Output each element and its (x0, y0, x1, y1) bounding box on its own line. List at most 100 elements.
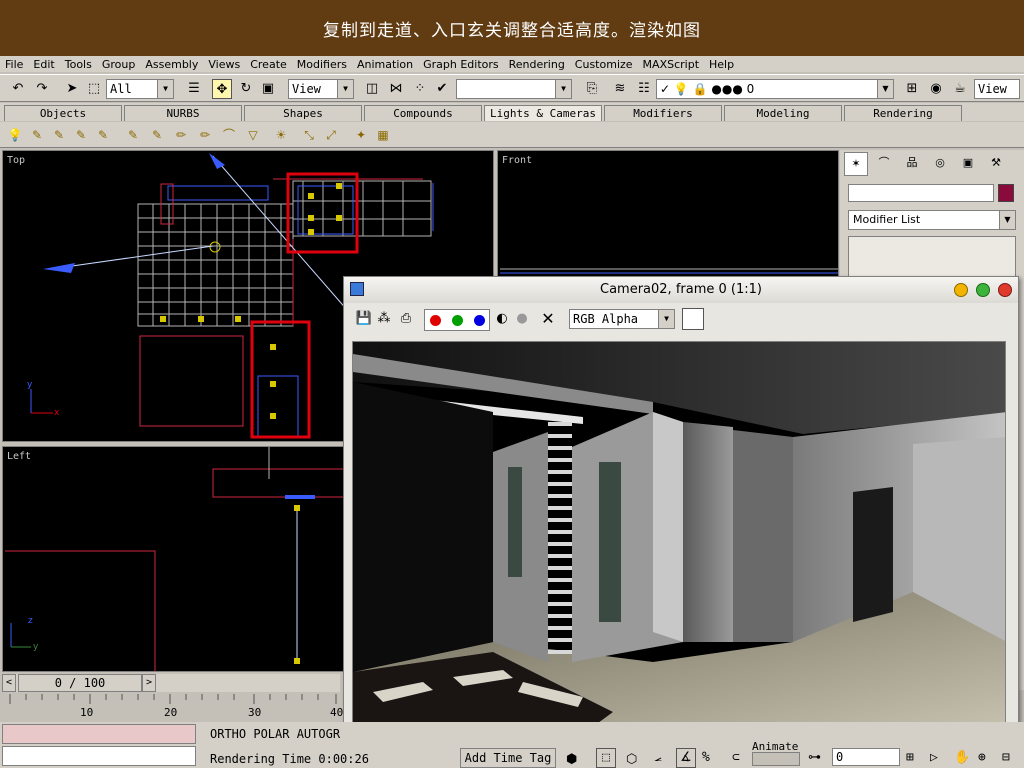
material-editor-icon[interactable]: ◉ (926, 79, 946, 99)
snap-toggle-icon[interactable]: ⬡ (626, 752, 637, 767)
area-light-icon[interactable]: ✏ (196, 126, 214, 144)
protractor-icon[interactable]: ⤢ (322, 126, 340, 144)
pan-hand-icon[interactable]: ✋ (954, 750, 970, 765)
free-spot-icon[interactable]: ✎ (50, 126, 68, 144)
blue-channel-toggle[interactable] (474, 315, 485, 326)
crossing-selection-icon[interactable]: ⬚ (596, 748, 616, 768)
menu-graph-editors[interactable]: Graph Editors (418, 58, 504, 71)
spot-cone-icon[interactable]: ⌒ (220, 126, 238, 144)
maxscript-output-field[interactable] (2, 746, 196, 766)
free-direct-icon[interactable]: ✎ (94, 126, 112, 144)
array-icon[interactable]: ⁘ (410, 79, 430, 99)
play-icon[interactable]: ▷ (930, 750, 938, 765)
select-by-name-icon[interactable]: ☰ (184, 79, 204, 99)
tab-rendering[interactable]: Rendering (844, 105, 962, 121)
menu-edit[interactable]: Edit (28, 58, 59, 71)
next-frame-icon[interactable]: > (142, 674, 156, 692)
object-name-field[interactable] (848, 184, 994, 202)
schematic-icon[interactable]: ⊞ (902, 79, 922, 99)
layer-dropdown[interactable]: ✓ 💡 🔒 ●●● 0 ▼ (656, 79, 894, 99)
green-channel-toggle[interactable] (452, 315, 463, 326)
menu-create[interactable]: Create (245, 58, 292, 71)
menu-help[interactable]: Help (704, 58, 739, 71)
menu-tools[interactable]: Tools (60, 58, 97, 71)
free-camera-icon[interactable]: ✎ (148, 126, 166, 144)
reference-coord-dropdown[interactable]: View ▼ (288, 79, 354, 99)
select-arrow-icon[interactable]: ➤ (62, 79, 82, 99)
tab-modeling[interactable]: Modeling (724, 105, 842, 121)
omni-light-icon[interactable]: 💡 (6, 126, 24, 144)
magnet-icon[interactable]: ⊂ (732, 750, 740, 765)
add-time-tag-button[interactable]: Add Time Tag (460, 748, 556, 768)
hierarchy-panel-icon[interactable]: 品 (900, 152, 924, 176)
angle-snap-icon[interactable]: ⦟ (654, 750, 662, 765)
exposure-icon[interactable]: ▦ (374, 126, 392, 144)
object-color-swatch[interactable] (998, 184, 1014, 202)
spinner-snap-icon[interactable]: % (702, 750, 710, 765)
maxscript-listener-field[interactable] (2, 724, 196, 744)
clone-window-icon[interactable]: ⁂ (374, 309, 394, 329)
align-icon[interactable]: ✔ (432, 79, 452, 99)
maximize-viewport-icon[interactable]: ⊟ (1002, 750, 1010, 765)
selection-lock-icon[interactable]: ⬢ (566, 752, 577, 767)
target-camera-icon[interactable]: ✎ (124, 126, 142, 144)
tab-nurbs[interactable]: NURBS (124, 105, 242, 121)
move-icon[interactable]: ✥ (212, 79, 232, 99)
red-channel-toggle[interactable] (430, 315, 441, 326)
channel-dropdown[interactable]: RGB Alpha ▼ (569, 309, 675, 329)
target-spot-icon[interactable]: ✎ (28, 126, 46, 144)
menu-modifiers[interactable]: Modifiers (292, 58, 352, 71)
scale-icon[interactable]: ▣ (258, 79, 278, 99)
tab-objects[interactable]: Objects (4, 105, 122, 121)
free-light-icon[interactable]: ▽ (244, 126, 262, 144)
time-slider[interactable]: < 0 / 100 > (2, 674, 340, 692)
pixel-color-swatch[interactable] (682, 308, 704, 330)
clear-icon[interactable]: ✕ (538, 309, 558, 329)
skylight-icon[interactable]: ✏ (172, 126, 190, 144)
print-icon[interactable]: ⎙ (396, 309, 416, 329)
light-lister-icon[interactable]: ✦ (352, 126, 370, 144)
modifier-list-dropdown[interactable]: Modifier List ▼ (848, 210, 1016, 230)
tab-modifiers[interactable]: Modifiers (604, 105, 722, 121)
prev-frame-icon[interactable]: < (2, 674, 16, 692)
render-window-titlebar[interactable]: Camera02, frame 0 (1:1) (344, 277, 1018, 303)
menu-customize[interactable]: Customize (570, 58, 638, 71)
modify-panel-icon[interactable]: ⌒ (872, 152, 896, 176)
motion-panel-icon[interactable]: ◎ (928, 152, 952, 176)
render-scene-icon[interactable]: ☕ (950, 79, 970, 99)
menu-animation[interactable]: Animation (352, 58, 418, 71)
named-selection-dropdown[interactable]: ▼ (456, 79, 572, 99)
time-slider-thumb[interactable]: 0 / 100 (18, 674, 142, 692)
undo-icon[interactable]: ↶ (8, 79, 28, 99)
named-sets-icon[interactable]: ⎘ (582, 79, 602, 99)
menu-views[interactable]: Views (203, 58, 245, 71)
tab-shapes[interactable]: Shapes (244, 105, 362, 121)
display-panel-icon[interactable]: ▣ (956, 152, 980, 176)
create-panel-icon[interactable]: ✶ (844, 152, 868, 176)
redo-icon[interactable]: ↷ (32, 79, 52, 99)
viewport-left[interactable]: Left z y (2, 446, 344, 672)
rotate-icon[interactable]: ↻ (236, 79, 256, 99)
viewport-front[interactable]: Front (497, 150, 839, 280)
animate-toggle[interactable] (752, 752, 800, 766)
menu-rendering[interactable]: Rendering (504, 58, 570, 71)
pivot-icon[interactable]: ◫ (362, 79, 382, 99)
close-icon[interactable] (998, 283, 1012, 297)
mono-icon[interactable]: ● (512, 309, 532, 329)
time-config-icon[interactable]: ⊞ (906, 750, 914, 765)
utilities-panel-icon[interactable]: ⚒ (984, 152, 1008, 176)
region-select-icon[interactable]: ⬚ (84, 79, 104, 99)
maximize-icon[interactable] (976, 283, 990, 297)
sun-icon[interactable]: ☀ (272, 126, 290, 144)
track-bar[interactable]: 10 20 30 40 (2, 694, 343, 720)
menu-group[interactable]: Group (97, 58, 141, 71)
layer-manager-icon[interactable]: ≋ (610, 79, 630, 99)
layers-icon[interactable]: ☷ (634, 79, 654, 99)
selection-filter-dropdown[interactable]: All ▼ (106, 79, 174, 99)
mirror-icon[interactable]: ⋈ (386, 79, 406, 99)
tab-compounds[interactable]: Compounds (364, 105, 482, 121)
menu-assembly[interactable]: Assembly (140, 58, 203, 71)
orbit-icon[interactable]: ⊕ (978, 750, 986, 765)
render-view-field[interactable]: View (974, 79, 1020, 99)
target-direct-icon[interactable]: ✎ (72, 126, 90, 144)
